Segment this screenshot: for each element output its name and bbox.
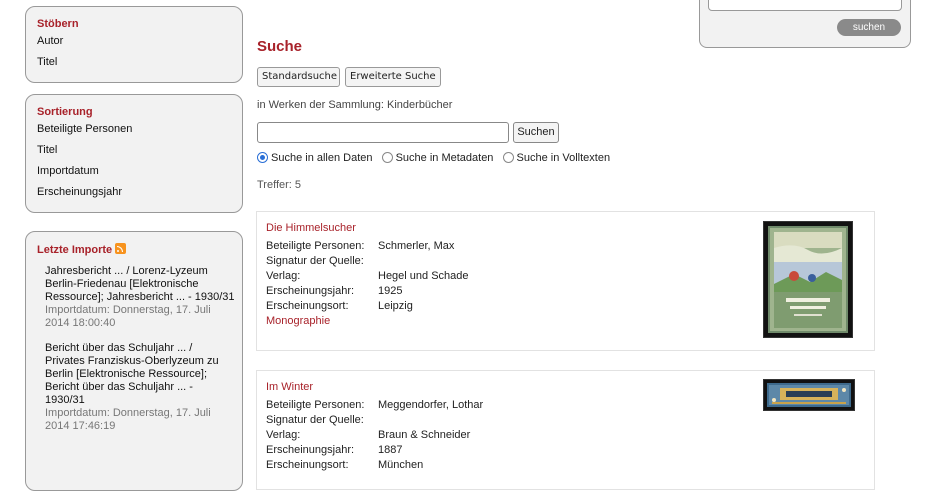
advanced-search-button[interactable]: Erweiterte Suche [345, 67, 441, 87]
meta-row-signature: Signatur der Quelle: [266, 413, 483, 428]
meta-label: Signatur der Quelle: [266, 255, 364, 267]
import-entry-title[interactable]: Bericht über das Schuljahr ... / Private… [45, 342, 235, 407]
meta-label: Verlag: [266, 270, 301, 282]
radio-all-data[interactable]: Suche in allen Daten [257, 152, 373, 164]
search-input[interactable] [257, 122, 509, 143]
sort-item-title[interactable]: Titel [37, 145, 242, 156]
import-entry: Bericht über das Schuljahr ... / Private… [37, 342, 235, 433]
browse-item-title[interactable]: Titel [37, 57, 242, 68]
radio-unchecked-icon[interactable] [381, 152, 393, 163]
result-title[interactable]: Die Himmelsucher [266, 222, 356, 234]
meta-label: Signatur der Quelle: [266, 414, 364, 426]
meta-label: Erscheinungsort: [266, 300, 349, 312]
meta-value-publisher: Hegel und Schade [378, 270, 469, 282]
browse-panel: Stöbern Autor Titel [25, 6, 243, 83]
meta-row-signature: Signatur der Quelle: [266, 254, 469, 269]
rss-feed-icon[interactable] [115, 243, 127, 254]
sort-item-persons[interactable]: Beteiligte Personen [37, 124, 242, 135]
meta-value-year: 1887 [378, 444, 403, 456]
sort-item-import-date[interactable]: Importdatum [37, 166, 242, 177]
meta-label: Erscheinungsort: [266, 459, 349, 471]
meta-label: Beteiligte Personen: [266, 240, 365, 252]
search-scope-text: in Werken der Sammlung: Kinderbücher [257, 99, 453, 111]
search-button[interactable]: Suchen [513, 122, 559, 143]
book-cover-image [767, 383, 851, 407]
browse-title: Stöbern [37, 18, 79, 30]
search-scope-options: Suche in allen Daten Suche in Metadaten … [257, 152, 616, 164]
meta-label: Erscheinungsjahr: [266, 285, 355, 297]
import-entry-date: Importdatum: Donnerstag, 17. Juli 2014 1… [45, 407, 211, 432]
radio-metadata[interactable]: Suche in Metadaten [381, 152, 494, 164]
sort-title: Sortierung [37, 106, 93, 118]
radio-fulltext[interactable]: Suche in Volltexten [502, 152, 611, 164]
browse-item-author[interactable]: Autor [37, 36, 242, 47]
meta-row-persons: Beteiligte Personen: Meggendorfer, Lothar [266, 398, 483, 413]
meta-value-year: 1925 [378, 285, 403, 297]
book-cover-thumbnail[interactable] [763, 379, 855, 411]
meta-label: Beteiligte Personen: [266, 399, 365, 411]
recent-imports-panel: Letzte Importe Jahresbericht ... / Loren… [25, 231, 243, 491]
radio-unchecked-icon[interactable] [502, 152, 514, 163]
quick-search-button[interactable]: suchen [837, 19, 901, 36]
recent-imports-heading: Letzte Importe [37, 243, 242, 256]
result-title[interactable]: Im Winter [266, 381, 313, 393]
quick-search-box: suchen [699, 0, 911, 48]
import-entry: Jahresbericht ... / Lorenz-Lyzeum Berlin… [37, 265, 235, 330]
meta-label: Verlag: [266, 429, 301, 441]
meta-row-year: Erscheinungsjahr: 1925 [266, 284, 469, 299]
meta-value-persons: Meggendorfer, Lothar [378, 399, 484, 411]
standard-search-button[interactable]: Standardsuche [257, 67, 340, 87]
meta-value-place: Leipzig [378, 300, 413, 312]
quick-search-input[interactable] [708, 0, 902, 11]
radio-all-data-label: Suche in allen Daten [271, 152, 373, 164]
meta-value-publisher: Braun & Schneider [378, 429, 471, 441]
sort-item-year[interactable]: Erscheinungsjahr [37, 187, 242, 198]
meta-row-publisher: Verlag: Hegel und Schade [266, 269, 469, 284]
hit-count: Treffer: 5 [257, 179, 302, 191]
meta-row-place: Erscheinungsort: Leipzig [266, 299, 469, 314]
meta-row-place: Erscheinungsort: München [266, 458, 483, 473]
page-title: Suche [257, 38, 303, 55]
result-card: Die Himmelsucher Beteiligte Personen: Sch… [256, 211, 875, 351]
result-type-link[interactable]: Monographie [266, 315, 330, 327]
meta-label: Erscheinungsjahr: [266, 444, 355, 456]
meta-row-persons: Beteiligte Personen: Schmerler, Max [266, 239, 469, 254]
meta-row-year: Erscheinungsjahr: 1887 [266, 443, 483, 458]
meta-row-type: Monographie [266, 314, 469, 329]
meta-row-publisher: Verlag: Braun & Schneider [266, 428, 483, 443]
result-metadata: Beteiligte Personen: Schmerler, Max Signa… [266, 239, 469, 329]
radio-fulltext-label: Suche in Volltexten [516, 152, 611, 164]
book-cover-thumbnail[interactable] [763, 221, 853, 338]
result-card: Im Winter Beteiligte Personen: Meggendorf… [256, 370, 875, 490]
radio-metadata-label: Suche in Metadaten [395, 152, 494, 164]
radio-checked-icon[interactable] [257, 152, 268, 163]
import-entry-title[interactable]: Jahresbericht ... / Lorenz-Lyzeum Berlin… [45, 265, 235, 304]
book-cover-image [768, 226, 848, 333]
sort-panel: Sortierung Beteiligte Personen Titel Imp… [25, 94, 243, 213]
meta-value-persons: Schmerler, Max [378, 240, 455, 252]
result-metadata: Beteiligte Personen: Meggendorfer, Lothar… [266, 398, 483, 473]
recent-imports-title: Letzte Importe [37, 244, 113, 256]
meta-value-place: München [378, 459, 424, 471]
import-entry-date: Importdatum: Donnerstag, 17. Juli 2014 1… [45, 304, 211, 329]
